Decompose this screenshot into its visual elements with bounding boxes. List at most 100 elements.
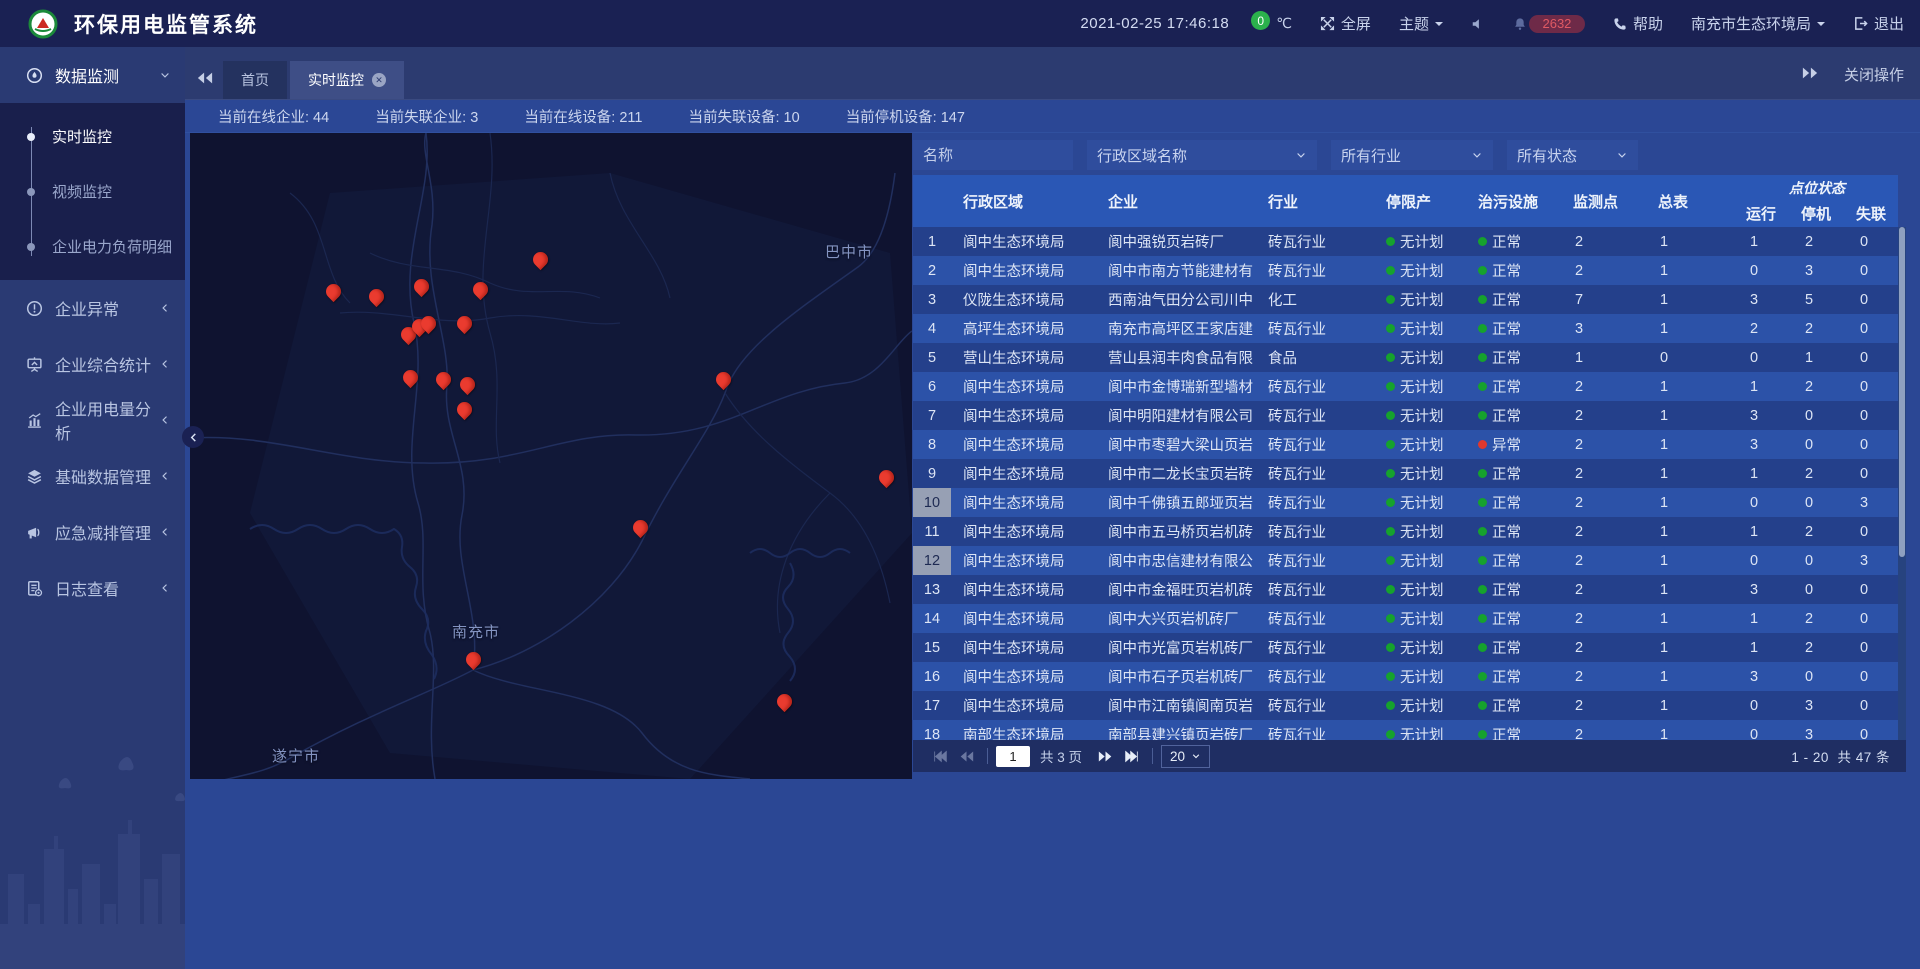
sidebar-item-power-usage-analysis[interactable]: 企业用电量分析 <box>0 392 185 448</box>
cell-industry: 砖瓦行业 <box>1256 372 1374 401</box>
sidebar-item-emergency-reduction[interactable]: 应急减排管理 <box>0 504 185 560</box>
cell-running-count: 1 <box>1736 459 1791 488</box>
table-row[interactable]: 6阆中生态环境局阆中市金博瑞新型墙材砖瓦行业无计划正常21120 <box>913 372 1898 401</box>
sidebar-item-label: 企业综合统计 <box>55 352 159 376</box>
datetime-text: 2021-02-25 17:46:18 <box>1080 15 1229 32</box>
logout-button[interactable]: 退出 <box>1853 13 1904 34</box>
cell-company: 阆中市江南镇阆南页岩 <box>1096 691 1256 720</box>
cell-stopped-count: 0 <box>1791 575 1846 604</box>
cell-industry: 砖瓦行业 <box>1256 430 1374 459</box>
cell-facility-status: 正常 <box>1466 720 1561 740</box>
stat-item: 当前失联设备: 10 <box>689 106 800 127</box>
sidebar-item-power-load-detail[interactable]: 企业电力负荷明细 <box>0 219 185 274</box>
page-number-input[interactable] <box>996 746 1030 767</box>
collapse-map-button[interactable] <box>182 426 204 448</box>
table-row[interactable]: 10阆中生态环境局阆中千佛镇五郎垭页岩砖瓦行业无计划正常21003 <box>913 488 1898 517</box>
table-row[interactable]: 17阆中生态环境局阆中市江南镇阆南页岩砖瓦行业无计划正常21030 <box>913 691 1898 720</box>
status-select[interactable]: 所有状态 <box>1507 140 1638 170</box>
table-row[interactable]: 18南部生态环境局南部县建兴镇页岩砖厂砖瓦行业无计划正常21030 <box>913 720 1898 740</box>
table-row[interactable]: 11阆中生态环境局阆中市五马桥页岩机砖砖瓦行业无计划正常21120 <box>913 517 1898 546</box>
row-index: 8 <box>913 430 951 459</box>
table-row[interactable]: 1阆中生态环境局阆中强锐页岩砖厂砖瓦行业无计划正常21120 <box>913 227 1898 256</box>
table-row[interactable]: 5营山生态环境局营山县润丰肉食品有限食品无计划正常10010 <box>913 343 1898 372</box>
page-size-select[interactable]: 20 <box>1161 745 1210 768</box>
org-user-menu[interactable]: 南充市生态环境局 <box>1691 13 1825 34</box>
cell-limit-status: 无计划 <box>1374 314 1466 343</box>
cell-total-meter: 1 <box>1646 401 1736 430</box>
table-row[interactable]: 16阆中生态环境局阆中市石子页岩机砖厂砖瓦行业无计划正常21300 <box>913 662 1898 691</box>
table-row[interactable]: 13阆中生态环境局阆中市金福旺页岩机砖砖瓦行业无计划正常21300 <box>913 575 1898 604</box>
sidebar-item-enterprise-statistics[interactable]: 企业综合统计 <box>0 336 185 392</box>
cell-stopped-count: 1 <box>1791 343 1846 372</box>
theme-menu[interactable]: 主题 <box>1399 13 1443 34</box>
table-row[interactable]: 3仪陇生态环境局西南油气田分公司川中化工无计划正常71350 <box>913 285 1898 314</box>
table-row[interactable]: 15阆中生态环境局阆中市光富页岩机砖厂砖瓦行业无计划正常21120 <box>913 633 1898 662</box>
cell-industry: 砖瓦行业 <box>1256 401 1374 430</box>
row-index: 14 <box>913 604 951 633</box>
logout-label: 退出 <box>1874 13 1904 34</box>
map-panel[interactable]: 巴中市南充市遂宁市 <box>190 133 912 779</box>
sidebar-item-log-view[interactable]: 日志查看 <box>0 560 185 616</box>
cell-company: 阆中千佛镇五郎垭页岩 <box>1096 488 1256 517</box>
table-row[interactable]: 4高坪生态环境局南充市高坪区王家店建砖瓦行业无计划正常31220 <box>913 314 1898 343</box>
stat-item: 当前停机设备: 147 <box>846 106 965 127</box>
row-index: 4 <box>913 314 951 343</box>
tab-bar: 首页 实时监控 ✕ 关闭操作 <box>185 47 1920 100</box>
cell-monitor-count: 2 <box>1561 372 1646 401</box>
table-row[interactable]: 2阆中生态环境局阆中市南方节能建材有砖瓦行业无计划正常21030 <box>913 256 1898 285</box>
cell-running-count: 0 <box>1736 488 1791 517</box>
first-page-button[interactable] <box>927 745 953 767</box>
cell-running-count: 3 <box>1736 285 1791 314</box>
cell-company: 阆中市忠信建材有限公 <box>1096 546 1256 575</box>
cell-monitor-count: 2 <box>1561 604 1646 633</box>
close-operations-button[interactable]: 关闭操作 <box>1844 64 1904 85</box>
notifications[interactable]: 2632 <box>1513 15 1585 33</box>
chevron-down-icon <box>1471 149 1483 161</box>
cell-facility-status: 正常 <box>1466 285 1561 314</box>
sidebar-item-video-monitoring[interactable]: 视频监控 <box>0 164 185 219</box>
table-row[interactable]: 8阆中生态环境局阆中市枣碧大梁山页岩砖瓦行业无计划异常21300 <box>913 430 1898 459</box>
tab-realtime-monitoring[interactable]: 实时监控 ✕ <box>290 61 404 99</box>
next-page-button[interactable] <box>1092 745 1118 767</box>
cell-limit-status: 无计划 <box>1374 575 1466 604</box>
last-page-button[interactable] <box>1118 745 1144 767</box>
sidebar-item-base-data-management[interactable]: 基础数据管理 <box>0 448 185 504</box>
table-row[interactable]: 14阆中生态环境局阆中大兴页岩机砖厂砖瓦行业无计划正常21120 <box>913 604 1898 633</box>
status-dot-green <box>1386 353 1395 362</box>
status-dot-green <box>1386 382 1395 391</box>
tab-close-icon[interactable]: ✕ <box>372 73 386 87</box>
scroll-tabs-right-button[interactable] <box>1802 66 1818 84</box>
sound-toggle[interactable] <box>1471 17 1485 31</box>
tab-home[interactable]: 首页 <box>223 61 287 99</box>
chevron-down-icon <box>1817 22 1825 30</box>
cell-region: 阆中生态环境局 <box>951 488 1096 517</box>
fullscreen-button[interactable]: 全屏 <box>1320 13 1371 34</box>
cell-company: 阆中市枣碧大梁山页岩 <box>1096 430 1256 459</box>
exit-icon <box>1853 16 1868 31</box>
scroll-tabs-left-button[interactable] <box>197 71 213 90</box>
cell-running-count: 3 <box>1736 575 1791 604</box>
sidebar-item-enterprise-abnormal[interactable]: 企业异常 <box>0 280 185 336</box>
previous-page-button[interactable] <box>953 745 979 767</box>
scrollbar-thumb[interactable] <box>1899 227 1905 557</box>
region-select[interactable]: 行政区域名称 <box>1087 140 1317 170</box>
industry-select[interactable]: 所有行业 <box>1331 140 1493 170</box>
table-row[interactable]: 7阆中生态环境局阆中明阳建材有限公司砖瓦行业无计划正常21300 <box>913 401 1898 430</box>
status-dot-green <box>1478 353 1487 362</box>
table-row[interactable]: 12阆中生态环境局阆中市忠信建材有限公砖瓦行业无计划正常21003 <box>913 546 1898 575</box>
table-row[interactable]: 9阆中生态环境局阆中市二龙长宝页岩砖砖瓦行业无计划正常21120 <box>913 459 1898 488</box>
pagination-bar: 共 3 页 20 1 - 20 共 47 条 <box>913 740 1906 772</box>
cell-monitor-count: 2 <box>1561 256 1646 285</box>
table-scrollbar[interactable] <box>1898 227 1906 740</box>
sidebar-item-data-monitoring[interactable]: 数据监测 <box>0 47 185 103</box>
status-dot-green <box>1386 730 1395 739</box>
cell-industry: 砖瓦行业 <box>1256 459 1374 488</box>
sidebar-item-realtime-monitoring[interactable]: 实时监控 <box>0 109 185 164</box>
phone-icon <box>1613 17 1627 31</box>
cell-limit-status: 无计划 <box>1374 459 1466 488</box>
cell-running-count: 1 <box>1736 633 1791 662</box>
name-search-input[interactable] <box>913 140 1073 170</box>
cell-lost-count: 0 <box>1846 256 1898 285</box>
help-button[interactable]: 帮助 <box>1613 13 1663 34</box>
theme-label: 主题 <box>1399 13 1429 34</box>
